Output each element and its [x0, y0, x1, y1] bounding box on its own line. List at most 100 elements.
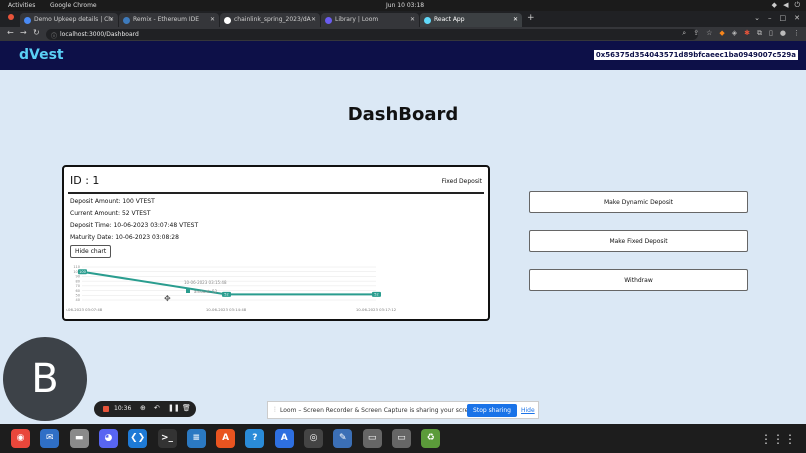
files-icon[interactable]: ▬: [69, 429, 89, 448]
y-tick-label: 90: [76, 275, 80, 279]
url-text: localhost:3000/Dashboard: [60, 31, 139, 38]
y-tick-label: 80: [76, 279, 80, 283]
tab-label: Demo Upkeep details | Ch: [34, 16, 113, 23]
tab-upkeep[interactable]: Demo Upkeep details | Ch ✕: [20, 13, 118, 27]
app-header: dVest 0x56375d354043571d89bfcaeec1ba0949…: [0, 41, 806, 70]
sidepanel-icon[interactable]: ▯: [769, 29, 773, 38]
deposit-amount: Deposit Amount: 100 VTEST: [70, 198, 155, 205]
disk-icon[interactable]: ▭: [362, 429, 382, 448]
deposit-type: Fixed Deposit: [441, 178, 482, 185]
card-divider: [68, 192, 484, 194]
minimize-icon[interactable]: –: [768, 14, 772, 22]
extensions-puzzle-icon[interactable]: ⧉: [757, 29, 762, 38]
chrome-icon[interactable]: ◉: [11, 429, 30, 448]
withdraw-button[interactable]: Withdraw: [529, 269, 748, 291]
active-app-name[interactable]: Google Chrome: [50, 2, 97, 9]
y-tick-label: 50: [76, 293, 80, 297]
show-apps-grid-icon[interactable]: ⋮⋮⋮: [760, 432, 796, 446]
move-cursor-icon: ✥: [164, 294, 171, 303]
terminal-icon[interactable]: >_: [157, 429, 177, 448]
close-icon[interactable]: ✕: [210, 16, 215, 23]
libreoffice-writer-icon[interactable]: ≡: [186, 429, 206, 448]
new-tab-icon[interactable]: +: [527, 13, 535, 23]
draw-tool-icon[interactable]: ⊕: [140, 404, 146, 412]
pause-icon[interactable]: ❚❚: [168, 404, 180, 412]
tab-favicon: [24, 17, 31, 24]
recording-timer: 10:36: [114, 405, 132, 412]
loom-extension-icon[interactable]: ✱: [744, 29, 750, 38]
drag-handle-icon[interactable]: ⋮: [272, 406, 278, 413]
tooltip-title: 10-06-2023 03:15:48: [184, 280, 227, 285]
wallet-address-badge[interactable]: 0x56375d354043571d89bfcaeec1ba0949007c52…: [593, 50, 798, 60]
bookmark-star-icon[interactable]: ☆: [706, 29, 712, 38]
volume-icon: ◀: [783, 1, 789, 9]
y-tick-label: 70: [76, 284, 80, 288]
data-label: 100: [79, 270, 86, 274]
close-window-icon[interactable]: ✕: [794, 14, 800, 22]
deposit-line-chart[interactable]: 110100908070605040 100 52 52 10-06-2023 03…: [66, 264, 486, 318]
deposit-time: Deposit Time: 10-06-2023 03:07:48 VTEST: [70, 222, 199, 229]
close-icon[interactable]: ✕: [109, 16, 114, 23]
system-clock[interactable]: Jun 10 03:18: [386, 2, 424, 9]
browser-toolbar: ← → ↻ ⓘ localhost:3000/Dashboard ⌕ ⇪ ☆ ◆…: [0, 27, 806, 41]
reload-icon[interactable]: ↻: [33, 28, 40, 37]
trash-icon[interactable]: ♻: [421, 429, 441, 448]
share-icon[interactable]: ⇪: [693, 29, 699, 38]
stop-sharing-button[interactable]: Stop sharing: [467, 404, 517, 417]
obs-icon[interactable]: ◎: [304, 429, 323, 448]
stop-recording-icon[interactable]: [103, 406, 109, 412]
back-icon[interactable]: ←: [7, 28, 14, 37]
maximize-icon[interactable]: □: [780, 14, 787, 22]
extension-icon[interactable]: ◈: [732, 29, 737, 38]
tab-remix[interactable]: Remix - Ethereum IDE ✕: [119, 13, 219, 27]
x-tick-label: 10-06-2023 03:17:12: [356, 307, 397, 312]
menu-kebab-icon[interactable]: ⋮: [793, 29, 800, 38]
system-tray[interactable]: ◆ ◀ ⏻: [772, 1, 800, 10]
loom-camera-bubble[interactable]: B: [3, 337, 87, 421]
deposit-card: ID : 1 Fixed Deposit Deposit Amount: 100…: [62, 165, 490, 321]
app-logo[interactable]: dVest: [19, 47, 64, 63]
discord-icon[interactable]: ◕: [98, 429, 118, 448]
undo-icon[interactable]: ↶: [154, 404, 160, 412]
tab-loom[interactable]: Library | Loom ✕: [321, 13, 419, 27]
forward-icon[interactable]: →: [20, 28, 27, 37]
address-bar[interactable]: ⓘ localhost:3000/Dashboard: [46, 29, 698, 40]
zoom-icon[interactable]: ⌕: [682, 29, 686, 38]
tab-react-app[interactable]: React App ✕: [420, 13, 522, 27]
tab-search-icon[interactable]: ⌄: [754, 14, 760, 22]
hide-chart-button[interactable]: Hide chart: [70, 245, 112, 258]
tab-label: Remix - Ethereum IDE: [133, 16, 200, 23]
app-store-icon[interactable]: A: [274, 429, 294, 448]
make-fixed-deposit-button[interactable]: Make Fixed Deposit: [529, 230, 748, 252]
loom-recording-controls: 10:36 ⊕ ↶ ❚❚ 🗑: [94, 401, 196, 417]
profile-avatar-icon[interactable]: ●: [780, 29, 786, 38]
ubuntu-dock: ◉ ✉ ▬ ◕ ❮❯ >_ ≡ A? A ◎ ✎ ▭ ▭ ♻ ⋮⋮⋮: [0, 424, 806, 453]
chart-tooltip: 10-06-2023 03:15:48 amount: 52: [184, 280, 227, 294]
system-top-bar: Activities Google Chrome Jun 10 03:18 ◆ …: [0, 0, 806, 11]
delete-icon[interactable]: 🗑: [182, 404, 191, 412]
deposit-id: ID : 1: [70, 174, 100, 187]
software-icon[interactable]: A: [216, 429, 236, 448]
thunderbird-icon[interactable]: ✉: [40, 429, 60, 448]
help-icon[interactable]: ?: [245, 429, 265, 448]
tab-favicon: [224, 17, 231, 24]
metamask-icon[interactable]: ◆: [719, 29, 724, 38]
disk-2-icon[interactable]: ▭: [391, 429, 411, 448]
site-info-icon[interactable]: ⓘ: [51, 31, 57, 40]
close-icon[interactable]: ✕: [311, 16, 316, 23]
y-tick-label: 40: [76, 298, 80, 302]
vscode-icon[interactable]: ❮❯: [128, 429, 148, 448]
tab-github[interactable]: chainlink_spring_2023/dA ✕: [220, 13, 320, 27]
text-editor-icon[interactable]: ✎: [333, 429, 353, 448]
window-controls: ⌄ – □ ✕: [754, 14, 800, 22]
y-tick-label: 110: [73, 265, 80, 269]
tooltip-value: amount: 52: [194, 289, 218, 294]
close-icon[interactable]: ✕: [410, 16, 415, 23]
activities-button[interactable]: Activities: [8, 2, 35, 9]
tab-label: chainlink_spring_2023/dA: [234, 16, 311, 23]
make-dynamic-deposit-button[interactable]: Make Dynamic Deposit: [529, 191, 748, 213]
chart-x-axis: 10-06-2023 03:07:48 10-06-2023 03:14:48 10…: [66, 307, 397, 312]
close-icon[interactable]: ✕: [513, 16, 518, 23]
hide-notification-link[interactable]: Hide: [521, 407, 535, 414]
chrome-record-icon: [8, 14, 14, 20]
